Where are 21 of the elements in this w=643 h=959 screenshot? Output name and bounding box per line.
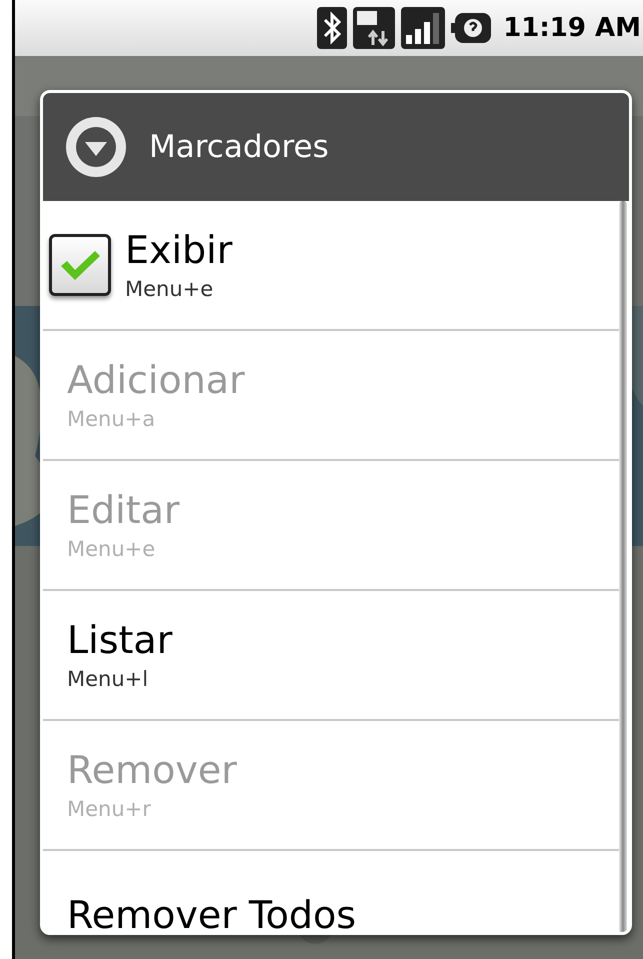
checkmark-icon xyxy=(59,248,101,282)
item-shortcut: Menu+a xyxy=(67,406,156,433)
checkbox[interactable] xyxy=(49,234,111,296)
item-label: Remover xyxy=(67,747,237,794)
item-label: Remover Todos xyxy=(67,892,356,932)
dialog-title: Marcadores xyxy=(149,128,329,167)
item-shortcut: Menu+e xyxy=(125,276,214,303)
status-time: 11:19 AM xyxy=(503,12,641,44)
item-shortcut: Menu+r xyxy=(67,796,152,823)
signal-icon xyxy=(401,7,446,49)
bluetooth-icon xyxy=(317,7,348,49)
menu-item[interactable]: Exibir Menu+e xyxy=(43,201,619,331)
dropdown-icon xyxy=(65,116,127,178)
item-shortcut: Menu+l xyxy=(67,666,150,693)
item-shortcut: Menu+e xyxy=(67,536,156,563)
mobile-data-icon xyxy=(353,7,396,49)
item-label: Exibir xyxy=(125,227,232,274)
battery-unknown-icon xyxy=(451,13,492,43)
item-label: Adicionar xyxy=(67,357,245,404)
item-label: Editar xyxy=(67,487,180,534)
item-label: Listar xyxy=(67,617,172,664)
